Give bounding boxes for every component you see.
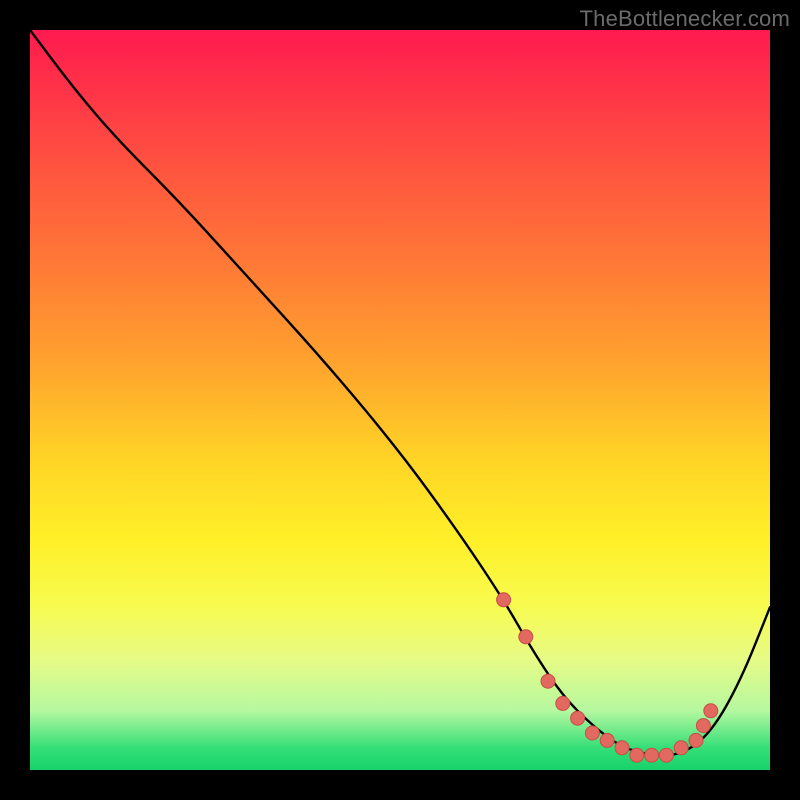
curve-marker — [556, 696, 570, 710]
bottleneck-curve — [30, 30, 770, 755]
curve-marker — [541, 674, 555, 688]
curve-layer — [30, 30, 770, 770]
curve-marker — [600, 733, 614, 747]
curve-marker — [674, 741, 688, 755]
curve-marker — [519, 630, 533, 644]
curve-marker — [585, 726, 599, 740]
chart-frame: TheBottlenecker.com — [0, 0, 800, 800]
curve-markers — [497, 593, 718, 762]
curve-marker — [497, 593, 511, 607]
curve-marker — [659, 748, 673, 762]
curve-marker — [696, 719, 710, 733]
watermark-text: TheBottlenecker.com — [580, 6, 790, 32]
curve-marker — [630, 748, 644, 762]
plot-area — [30, 30, 770, 770]
curve-marker — [615, 741, 629, 755]
curve-marker — [645, 748, 659, 762]
curve-marker — [689, 733, 703, 747]
curve-marker — [704, 704, 718, 718]
curve-marker — [571, 711, 585, 725]
